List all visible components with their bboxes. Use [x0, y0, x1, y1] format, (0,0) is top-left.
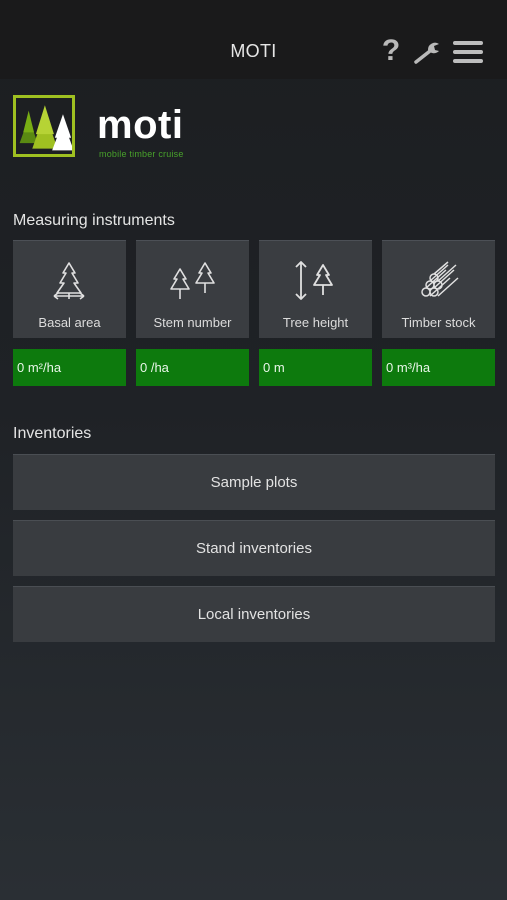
- local-inventories-button[interactable]: Local inventories: [13, 586, 495, 642]
- basal-area-button[interactable]: Basal area: [13, 240, 126, 338]
- tree-height-button[interactable]: Tree height: [259, 240, 372, 338]
- moti-logo: moti mobile timber cruise: [13, 95, 203, 161]
- log-pile-icon: [421, 261, 459, 297]
- trees-logo-icon: [19, 105, 74, 151]
- inventories-heading: Inventories: [13, 425, 92, 442]
- instrument-label: Stem number: [153, 315, 232, 330]
- top-bar: MOTI ?: [0, 0, 507, 79]
- logo-emblem: [13, 95, 75, 157]
- wrench-icon[interactable]: [413, 38, 443, 66]
- stem-number-button[interactable]: Stem number: [136, 240, 249, 338]
- menu-icon[interactable]: [453, 41, 483, 63]
- tree-height-value: 0 m: [259, 349, 372, 386]
- basal-area-value: 0 m²/ha: [13, 349, 126, 386]
- instrument-label: Tree height: [282, 315, 349, 330]
- stem-number-value: 0 /ha: [136, 349, 249, 386]
- help-icon[interactable]: ?: [381, 34, 401, 68]
- tree-height-icon: [295, 261, 333, 300]
- sample-plots-button[interactable]: Sample plots: [13, 454, 495, 510]
- logo-tagline: mobile timber cruise: [99, 149, 184, 159]
- tree-basal-icon: [53, 262, 85, 300]
- two-trees-icon: [170, 262, 215, 299]
- timber-stock-button[interactable]: Timber stock: [382, 240, 495, 338]
- instrument-label: Timber stock: [401, 315, 476, 330]
- logo-wordmark: moti: [97, 103, 184, 147]
- measuring-instruments-heading: Measuring instruments: [13, 212, 175, 229]
- instrument-label: Basal area: [38, 315, 101, 330]
- stand-inventories-button[interactable]: Stand inventories: [13, 520, 495, 576]
- timber-stock-value: 0 m³/ha: [382, 349, 495, 386]
